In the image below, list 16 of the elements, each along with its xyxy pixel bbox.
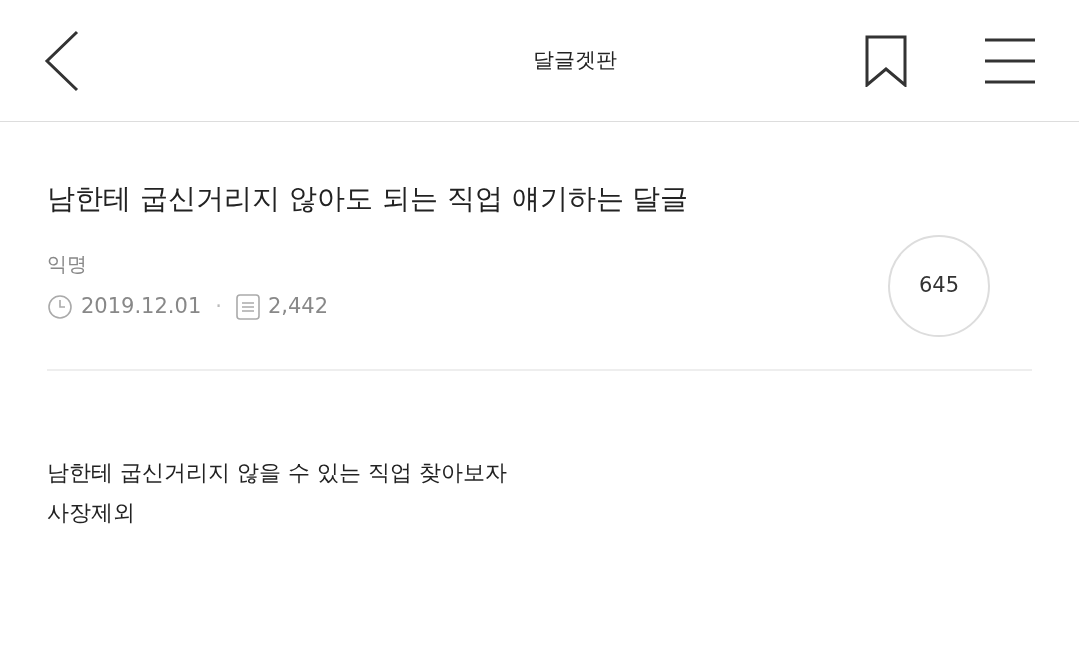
clock-icon [47,294,73,320]
post-date: 2019.12.01 [81,293,202,321]
bookmark-icon [865,34,907,87]
bookmark-button[interactable] [865,34,907,87]
menu-button[interactable] [985,37,1035,84]
author-name: 익명 [47,251,88,279]
body-text-line: 남한테 굽신거리지 않을 수 있는 직업 찾아보자 [47,459,508,487]
post-title: 남한테 굽신거리지 않아도 되는 직업 얘기하는 달글 [47,181,690,217]
separator-dot: · [215,293,222,321]
back-icon [44,29,80,92]
menu-icon [985,37,1035,84]
document-icon [235,294,260,320]
comment-count-button[interactable]: 645 [888,235,990,337]
board-title: 달글겟판 [532,46,617,74]
view-count: 2,442 [267,293,329,321]
body-text-line: 사장제외 [47,499,136,527]
